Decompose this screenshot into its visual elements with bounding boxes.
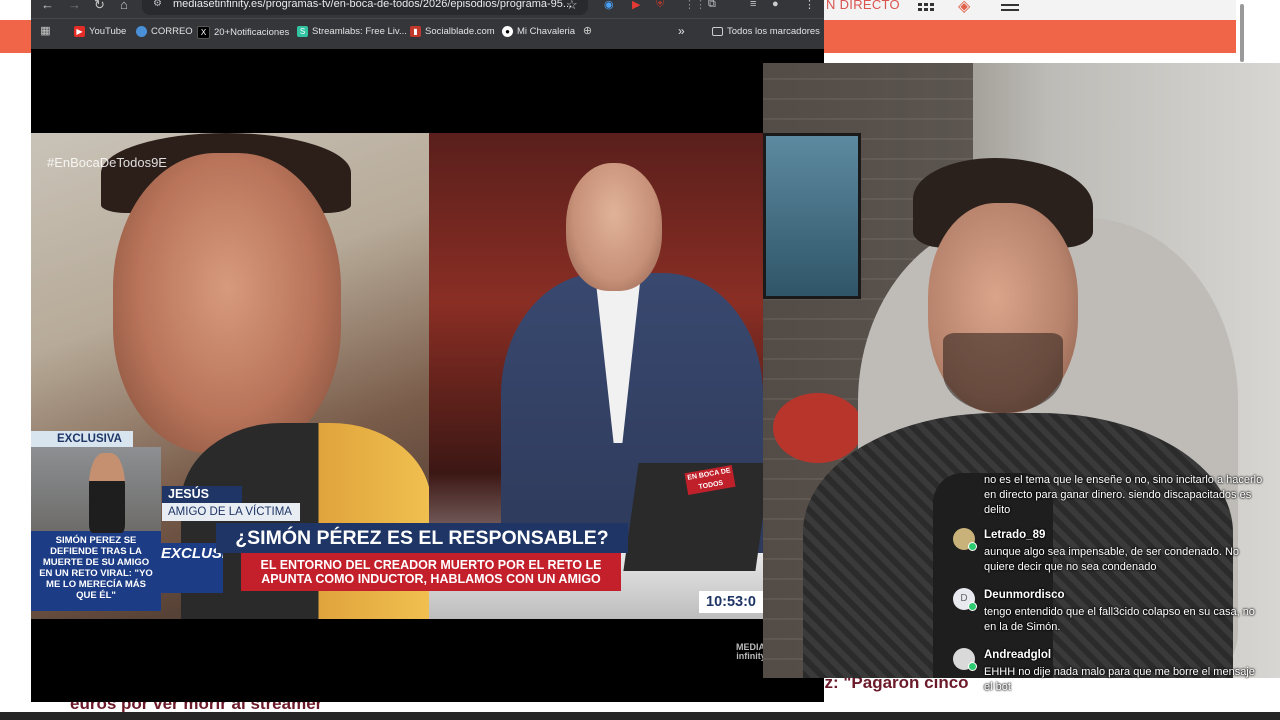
extension-shield-icon[interactable]: ⛨ (656, 0, 664, 11)
socialblade-icon: ▮ (410, 26, 421, 37)
forward-icon[interactable]: → (68, 0, 81, 12)
github-icon: ● (502, 26, 513, 37)
extension-wave-icon[interactable]: ◉ (604, 0, 614, 11)
extension-divider-icon: ⋮⋮ (684, 0, 706, 11)
red-object (773, 393, 863, 463)
video-player[interactable]: EN BOCA DE TODOS #EnBocaDeTodos9E EXCLUS… (31, 133, 763, 619)
bookmark-socialblade[interactable]: ▮ Socialblade.com (410, 26, 495, 37)
chat-username: Deunmordisco (984, 589, 1065, 601)
streamer-beard (943, 333, 1063, 413)
video-headline: ¿SIMÓN PÉREZ ES EL RESPONSABLE? (216, 523, 628, 553)
all-bookmarks-button[interactable]: Todos los marcadores (712, 26, 820, 37)
extensions-puzzle-icon[interactable]: ⧉ (708, 0, 716, 11)
online-badge-icon (968, 602, 977, 611)
back-icon[interactable]: ← (41, 0, 54, 12)
channel-logo: MEDIASET infinity (736, 643, 766, 661)
background-monitor (763, 133, 861, 299)
media-control-icon[interactable]: ≡ (750, 0, 756, 10)
apps-grid-icon[interactable] (918, 0, 934, 11)
bookmark-x[interactable]: X 20+Notificaciones (197, 26, 289, 39)
extension-youtube-icon[interactable]: ▶ (632, 0, 640, 11)
broadcast-clock: 10:53:0 (699, 591, 763, 613)
apps-icon[interactable]: ▦ (40, 26, 51, 37)
bookmark-youtube[interactable]: ▶ YouTube (74, 26, 126, 37)
home-icon[interactable]: ⌂ (120, 0, 128, 12)
bookmark-mi-chavaleria[interactable]: ● Mi Chavaleria (502, 26, 575, 37)
reload-icon[interactable]: ↻ (94, 0, 105, 13)
exclusive-label: EXCLUSIVA (31, 431, 133, 447)
mail-icon (136, 26, 147, 37)
chat-overlay: no es el tema que le enseñe o no, sino i… (948, 468, 1264, 704)
host-head (566, 163, 662, 291)
streamlabs-icon: S (297, 26, 308, 37)
program-hashtag: #EnBocaDeTodos9E (47, 155, 167, 170)
chat-username: Letrado_89 (984, 529, 1046, 541)
scrollbar-thumb[interactable] (1240, 4, 1244, 62)
bookmark-star-icon[interactable]: ☆ (566, 0, 578, 13)
online-badge-icon (968, 662, 977, 671)
exclusive-caption: SIMÓN PEREZ SE DEFIENDE TRAS LA MUERTE D… (39, 535, 153, 601)
guest-role: AMIGO DE LA VÍCTIMA (162, 503, 300, 521)
guest-face (113, 153, 341, 453)
live-link[interactable]: N DIRECTO (826, 0, 900, 12)
browser-menu-icon[interactable]: ⋮ (804, 0, 815, 11)
exclusive-big-tag: EXCLUSIVA (159, 543, 223, 593)
bookmark-correo[interactable]: CORREO (136, 26, 193, 37)
more-bookmarks-button[interactable]: » (678, 24, 685, 38)
exclusive-thumbnail-person (89, 453, 125, 533)
chat-message-text: EHHH no dije nada malo para que me borre… (984, 666, 1255, 693)
chat-message-text: aunque algo sea impensable, de ser conde… (984, 546, 1240, 573)
profile-avatar-icon[interactable]: ● (772, 0, 779, 10)
url-text[interactable]: mediasetinfinity.es/programas-tv/en-boca… (173, 0, 572, 10)
chat-username: Andreadglol (984, 649, 1052, 661)
site-info-icon[interactable]: ⚙ (153, 0, 162, 9)
exclusive-box: SIMÓN PEREZ SE DEFIENDE TRAS LA MUERTE D… (31, 447, 161, 611)
folder-icon (712, 27, 723, 36)
youtube-icon: ▶ (74, 26, 85, 37)
video-subheadline: EL ENTORNO DEL CREADOR MUERTO POR EL RET… (241, 553, 621, 591)
globe-icon[interactable]: ⊕ (582, 26, 593, 37)
guest-name: JESÚS (162, 486, 242, 503)
taskbar-strip (0, 712, 1280, 720)
ticket-icon[interactable]: ◈ (958, 0, 970, 16)
bookmark-streamlabs[interactable]: S Streamlabs: Free Liv... (297, 26, 407, 37)
chat-message-text: no es el tema que le enseñe o no, sino i… (984, 474, 1263, 516)
hamburger-icon[interactable] (1001, 0, 1019, 11)
online-badge-icon (968, 542, 977, 551)
x-icon: X (197, 26, 210, 39)
chat-message-text: tengo entendido que el fall3cido colapso… (984, 606, 1255, 633)
